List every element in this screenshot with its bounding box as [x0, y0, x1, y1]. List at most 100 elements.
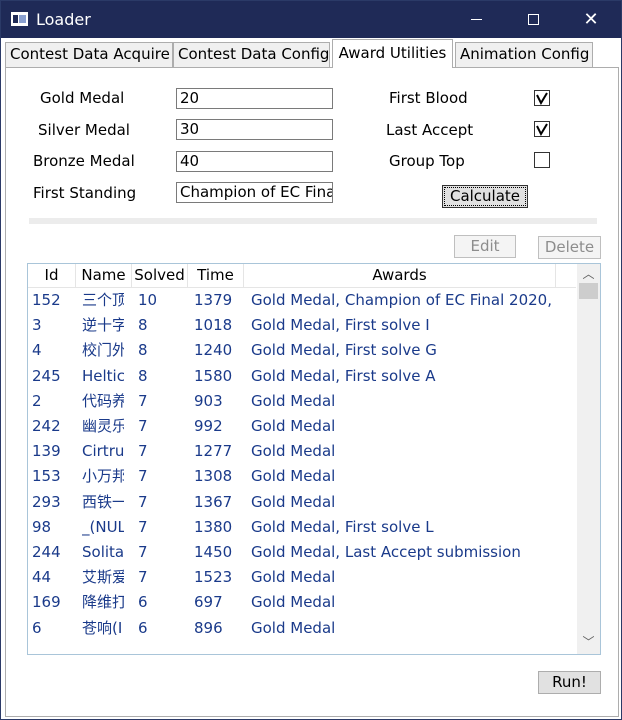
cell-time: 1308	[194, 467, 233, 486]
cell-id: 169	[32, 593, 61, 612]
separator	[29, 218, 597, 224]
tab-contest-data-acquire[interactable]: Contest Data Acquire	[5, 42, 173, 67]
table-row[interactable]: 242 幽灵乐 7 992 Gold Medal	[28, 414, 576, 439]
last-accept-checkbox[interactable]	[534, 121, 550, 137]
tab-strip: Contest Data Acquire Contest Data Config…	[5, 39, 617, 68]
silver-medal-label: Silver Medal	[38, 121, 130, 139]
results-table[interactable]: Id Name Solved Time Awards 152 三个顶 10 1379 G…	[27, 263, 601, 655]
cell-id: 245	[32, 366, 61, 385]
cell-solved: 8	[138, 341, 148, 360]
table-row[interactable]: 152 三个顶 10 1379 Gold Medal, Champion of EC F…	[28, 288, 576, 313]
first-standing-field[interactable]: Champion of EC Final 2020	[176, 182, 333, 203]
cell-solved: 7	[138, 442, 148, 461]
run-button[interactable]: Run!	[538, 671, 601, 694]
cell-awards: Gold Medal, First solve A	[251, 366, 436, 385]
cell-solved: 7	[138, 417, 148, 435]
bronze-medal-label: Bronze Medal	[33, 152, 135, 170]
table-row[interactable]: 169 降维打 6 697 Gold Medal	[28, 590, 576, 615]
cell-name: 苍响(I	[82, 618, 123, 637]
maximize-button[interactable]	[505, 1, 561, 38]
cell-name: 校门外	[82, 341, 124, 360]
cell-time: 1380	[194, 517, 233, 536]
silver-medal-field[interactable]: 30	[176, 119, 333, 140]
cell-time: 896	[194, 618, 223, 637]
last-accept-label: Last Accept	[386, 121, 474, 139]
table-row[interactable]: 293 西铁一 7 1367 Gold Medal	[28, 490, 576, 515]
cell-time: 1379	[194, 291, 233, 309]
cell-id: 2	[32, 391, 42, 410]
cell-awards: Gold Medal, First solve I	[251, 316, 430, 335]
edit-button[interactable]: Edit	[454, 235, 516, 258]
first-standing-label: First Standing	[33, 184, 137, 202]
cell-id: 6	[32, 618, 42, 637]
table-row[interactable]: 98 _(NUL 7 1380 Gold Medal, First solve L	[28, 515, 576, 540]
cell-awards: Gold Medal	[251, 391, 336, 410]
cell-solved: 7	[138, 391, 148, 410]
table-row[interactable]: 139 Cirtru 7 1277 Gold Medal	[28, 439, 576, 464]
tab-contest-data-config[interactable]: Contest Data Config	[173, 42, 330, 67]
cell-name: 艾斯爱	[82, 568, 124, 587]
cell-awards: Gold Medal	[251, 467, 336, 486]
cell-time: 1523	[194, 568, 233, 587]
cell-id: 3	[32, 316, 42, 335]
column-header-time[interactable]: Time	[188, 264, 244, 288]
minimize-button[interactable]	[448, 1, 504, 38]
table-row[interactable]: 3 逆十字 8 1018 Gold Medal, First solve I	[28, 313, 576, 338]
cell-awards: Gold Medal	[251, 417, 336, 435]
scroll-up-icon[interactable]: ︿	[577, 266, 600, 283]
table-row[interactable]: 2 代码养 7 903 Gold Medal	[28, 389, 576, 414]
window-title: Loader	[36, 10, 91, 29]
first-blood-checkbox[interactable]	[534, 90, 550, 106]
cell-time: 1450	[194, 543, 233, 561]
gold-medal-label: Gold Medal	[40, 89, 125, 107]
tab-animation-config[interactable]: Animation Config	[455, 42, 593, 67]
bronze-medal-field[interactable]: 40	[176, 151, 333, 172]
cell-awards: Gold Medal	[251, 442, 336, 461]
cell-time: 1277	[194, 442, 233, 461]
group-top-label: Group Top	[389, 152, 465, 170]
table-row[interactable]: 245 Heltic 8 1580 Gold Medal, First solve A	[28, 364, 576, 389]
cell-solved: 7	[138, 492, 148, 511]
cell-time: 1240	[194, 341, 233, 360]
scrollbar-thumb[interactable]	[579, 283, 598, 299]
cell-solved: 10	[138, 291, 158, 309]
tab-award-utilities[interactable]: Award Utilities	[332, 39, 453, 68]
close-button[interactable]: ✕	[563, 1, 619, 38]
checkmark-icon	[536, 123, 548, 136]
cell-time: 903	[194, 391, 223, 410]
column-header-awards[interactable]: Awards	[244, 264, 556, 288]
table-row[interactable]: 6 苍响(I 6 896 Gold Medal	[28, 616, 576, 641]
cell-awards: Gold Medal	[251, 618, 336, 637]
calculate-button[interactable]: Calculate	[442, 185, 528, 208]
checkmark-icon	[536, 92, 548, 105]
cell-id: 152	[32, 291, 61, 309]
close-icon: ✕	[583, 8, 599, 30]
column-header-id[interactable]: Id	[28, 264, 76, 288]
gold-medal-field[interactable]: 20	[176, 88, 333, 109]
app-window-icon	[11, 12, 28, 26]
table-header: Id Name Solved Time Awards	[28, 264, 576, 288]
cell-solved: 8	[138, 316, 148, 335]
cell-id: 293	[32, 492, 61, 511]
cell-time: 1018	[194, 316, 233, 335]
title-bar[interactable]: Loader ✕	[1, 1, 621, 38]
vertical-scrollbar[interactable]: ︿ ﹀	[577, 264, 600, 654]
table-row[interactable]: 44 艾斯爱 7 1523 Gold Medal	[28, 565, 576, 590]
cell-solved: 7	[138, 543, 148, 561]
cell-solved: 8	[138, 366, 148, 385]
delete-button[interactable]: Delete	[538, 236, 601, 259]
table-row[interactable]: 4 校门外 8 1240 Gold Medal, First solve G	[28, 338, 576, 363]
cell-id: 244	[32, 543, 61, 561]
scroll-down-icon[interactable]: ﹀	[577, 634, 600, 651]
column-header-solved[interactable]: Solved	[132, 264, 188, 288]
cell-name: 三个顶	[82, 291, 124, 309]
cell-name: 幽灵乐	[82, 417, 124, 435]
group-top-checkbox[interactable]	[534, 152, 550, 168]
cell-name: 小万邦	[82, 467, 124, 486]
cell-name: 西铁一	[82, 492, 124, 511]
table-row[interactable]: 244 Solita 7 1450 Gold Medal, Last Accept su…	[28, 540, 576, 565]
table-row[interactable]: 153 小万邦 7 1308 Gold Medal	[28, 464, 576, 489]
cell-awards: Gold Medal, First solve L	[251, 517, 434, 536]
cell-name: _(NUL	[82, 517, 124, 536]
column-header-name[interactable]: Name	[76, 264, 132, 288]
